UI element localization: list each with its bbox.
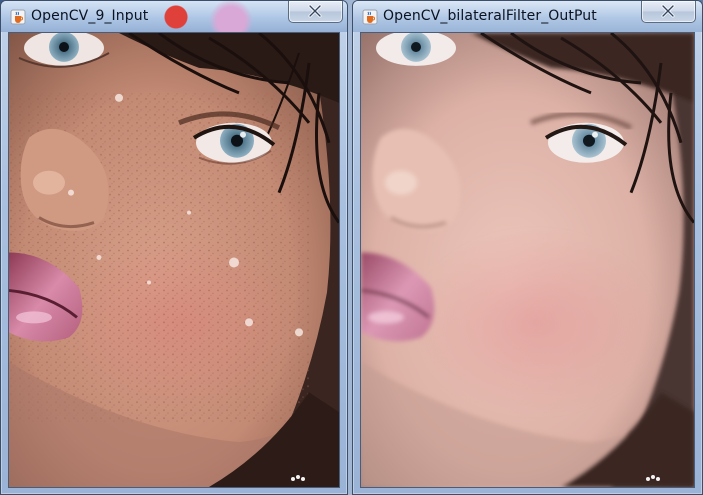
filtered-photo [361,33,694,487]
window-title: OpenCV_bilateralFilter_OutPut [383,8,597,24]
java-cup-icon [10,9,26,25]
paw-print-icon [291,475,305,481]
java-cup-icon [362,9,378,25]
input-window[interactable]: OpenCV_9_Input [0,0,348,495]
image-canvas-output [360,32,695,488]
titlebar[interactable]: OpenCV_9_Input [1,1,347,32]
image-canvas-input [8,32,340,488]
input-photo [9,33,339,487]
window-title: OpenCV_9_Input [31,8,149,24]
desktop-background: OpenCV_9_Input OpenCV_bilateralFilter_Ou… [0,0,703,495]
close-icon [661,4,675,18]
close-button[interactable] [288,1,343,23]
paw-print-icon [646,475,660,481]
titlebar[interactable]: OpenCV_bilateralFilter_OutPut [353,1,702,32]
close-button[interactable] [641,1,696,23]
output-window[interactable]: OpenCV_bilateralFilter_OutPut [352,0,703,495]
close-icon [308,4,322,18]
